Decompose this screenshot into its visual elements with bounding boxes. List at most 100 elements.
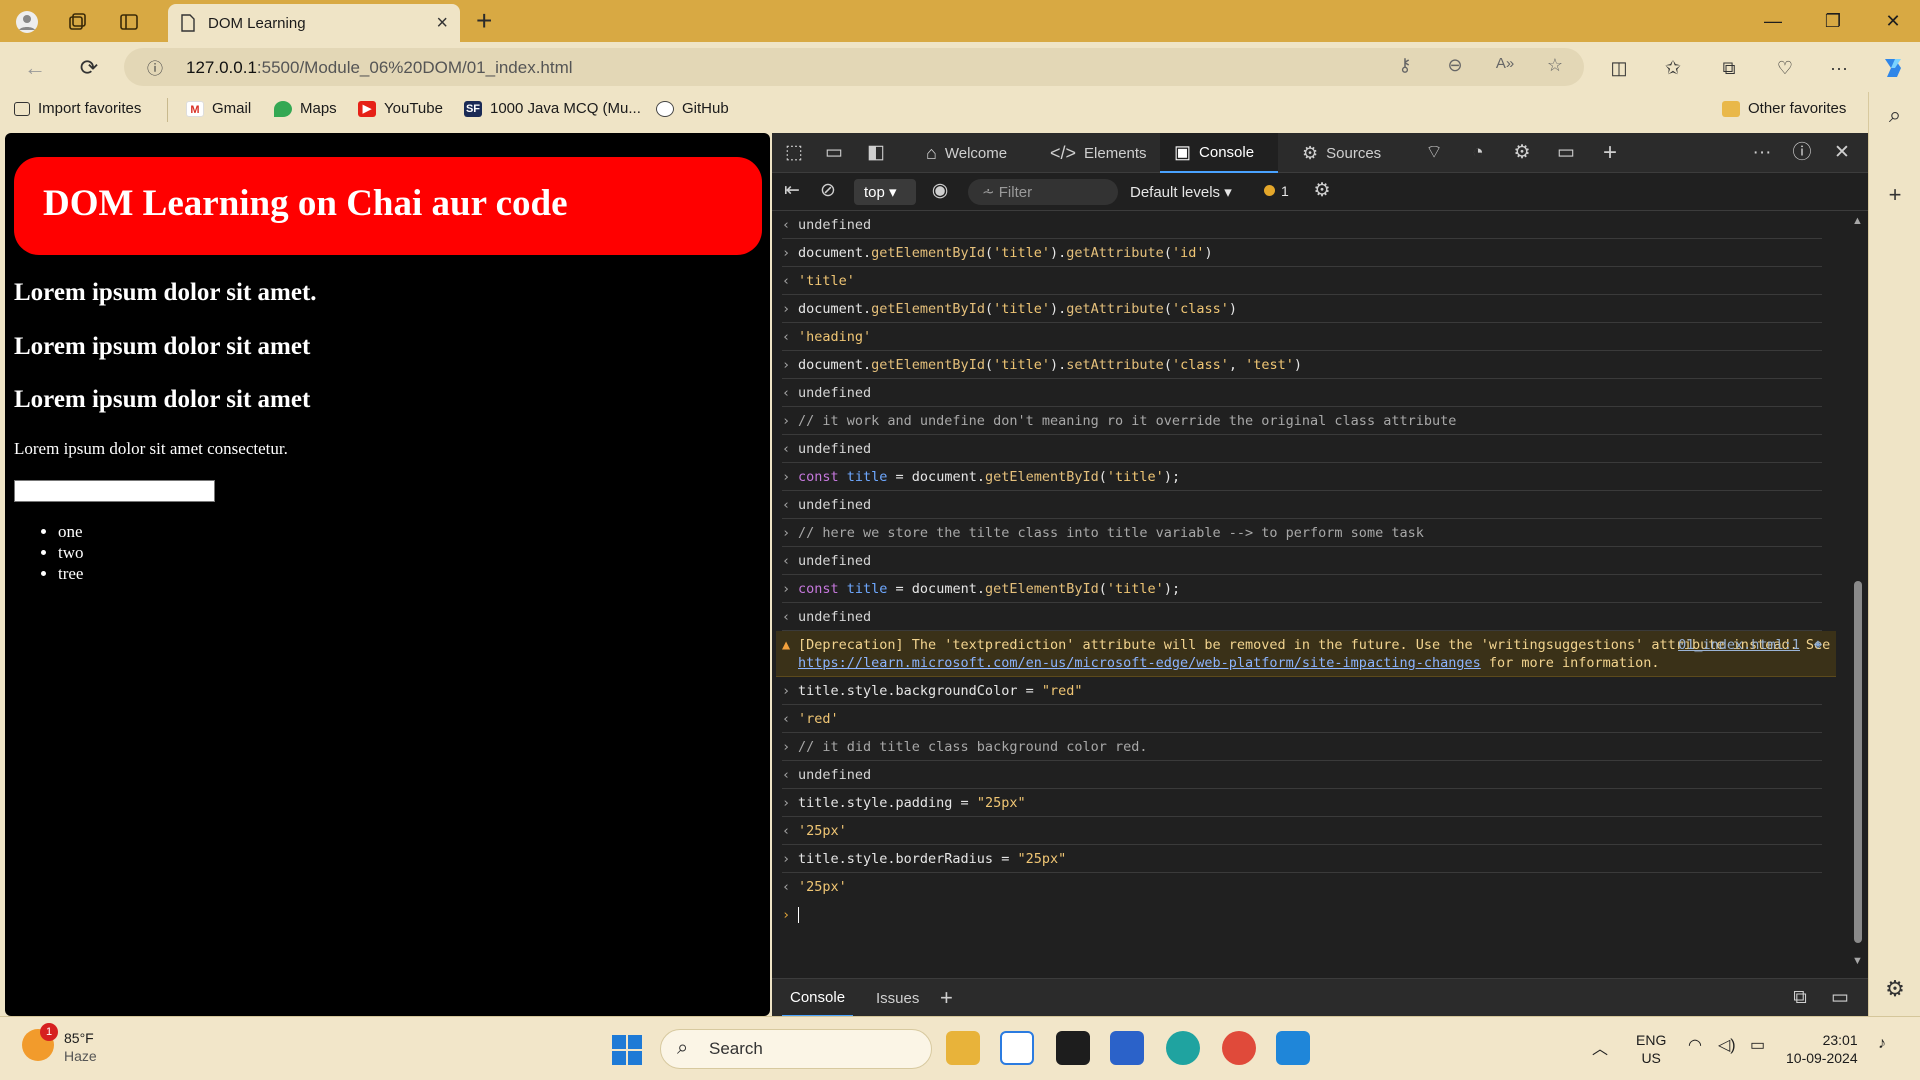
restore-button[interactable]: ❐ <box>1818 8 1848 34</box>
settings-more-icon[interactable]: ··· <box>1824 54 1854 82</box>
file-explorer-icon[interactable] <box>946 1031 980 1065</box>
tab-elements[interactable]: </> Elements <box>1040 133 1157 173</box>
zoom-icon[interactable]: ⊖ <box>1442 55 1468 79</box>
site-info-icon[interactable]: ⓘ <box>142 55 168 79</box>
volume-icon[interactable]: ◁) <box>1718 1035 1736 1055</box>
address-bar[interactable]: ⓘ 127.0.0.1:5500/Module_06%20DOM/01_inde… <box>124 48 1584 86</box>
chrome-icon[interactable] <box>1222 1031 1256 1065</box>
warning-link[interactable]: https://learn.microsoft.com/en-us/micros… <box>798 655 1481 671</box>
console-row: › document.getElementById('title').getAtt… <box>782 239 1822 267</box>
issues-icon <box>1264 185 1275 196</box>
search-icon: ⌕ <box>677 1037 689 1059</box>
warning-source-link[interactable]: 01_index.html:1 <box>1678 636 1800 654</box>
fav-other-favorites[interactable]: Other favorites <box>1722 100 1846 117</box>
browser-essentials-icon[interactable]: ♡ <box>1770 54 1800 82</box>
console-settings-icon[interactable]: ⚙ <box>1310 180 1334 202</box>
close-devtools-icon[interactable]: ✕ <box>1830 142 1854 164</box>
start-button[interactable] <box>612 1035 642 1065</box>
fav-youtube[interactable]: ▶ YouTube <box>358 100 443 117</box>
favorites-bar: Import favorites M Gmail Maps ▶ YouTube … <box>0 92 1920 128</box>
console-output[interactable]: ‹ undefined › document.getElementById('tit… <box>772 211 1848 973</box>
input-language[interactable]: ENG US <box>1636 1031 1666 1067</box>
youtube-icon: ▶ <box>358 100 376 117</box>
copilot-icon[interactable] <box>1878 54 1908 82</box>
tab-console[interactable]: ▣ Console <box>1160 133 1278 173</box>
console-scrollbar[interactable]: ▲ ▼ <box>1850 211 1864 973</box>
read-aloud-icon[interactable]: A» <box>1492 55 1518 79</box>
fav-java-mcq[interactable]: SF 1000 Java MCQ (Mu... <box>464 100 641 117</box>
weather-temp: 85°F <box>64 1030 94 1046</box>
tab-sources[interactable]: ⚙ Sources <box>1292 133 1391 173</box>
dock-side-icon[interactable]: ◧ <box>864 142 888 164</box>
snipping-tool-icon[interactable] <box>1000 1031 1034 1065</box>
fav-import-favorites[interactable]: Import favorites <box>14 100 141 117</box>
help-icon[interactable]: ⓘ <box>1790 142 1814 164</box>
page-text-input[interactable] <box>14 480 215 502</box>
show-sidebar-icon[interactable]: ⇤ <box>780 180 804 202</box>
customize-menu-icon[interactable]: ··· <box>1750 142 1774 164</box>
clear-console-icon[interactable]: ⊘ <box>816 180 840 202</box>
memory-icon[interactable]: ⚙ <box>1510 142 1534 164</box>
close-drawer-icon[interactable]: ▭ <box>1828 987 1852 1009</box>
refresh-icon[interactable]: ⟳ <box>74 54 104 82</box>
tab-welcome[interactable]: ⌂ Welcome <box>916 133 1017 173</box>
live-expression-icon[interactable]: ◉ <box>928 180 952 202</box>
scrollbar-thumb[interactable] <box>1854 581 1862 943</box>
workspaces-icon[interactable] <box>64 9 90 35</box>
edge-icon[interactable] <box>1166 1031 1200 1065</box>
filter-input[interactable]: ⩪ Filter <box>968 179 1118 205</box>
navigation-bar: ← ⟳ ⓘ 127.0.0.1:5500/Module_06%20DOM/01_… <box>0 42 1920 92</box>
log-levels-dropdown[interactable]: Default levels ▾ <box>1130 183 1232 201</box>
password-key-icon[interactable]: ⚷ <box>1392 55 1418 79</box>
clock[interactable]: 23:01 10-09-2024 <box>1786 1031 1858 1067</box>
notifications-icon[interactable]: ♪ <box>1878 1035 1886 1053</box>
split-screen-icon[interactable]: ◫ <box>1604 54 1634 82</box>
inspect-element-icon[interactable]: ⬚ <box>782 142 806 164</box>
close-window-button[interactable]: ✕ <box>1878 8 1908 34</box>
more-tools-icon[interactable]: + <box>1598 141 1622 165</box>
copilot-explain-icon[interactable]: ◈ <box>1814 635 1822 653</box>
media-player-icon[interactable] <box>1056 1031 1090 1065</box>
devtools-panel: ⬚ ▭ ◧ ⌂ Welcome </> Elements ▣ Console ⚙ Sou… <box>772 133 1868 1017</box>
new-tab-button[interactable]: + <box>476 6 492 36</box>
fav-github[interactable]: GitHub <box>656 100 729 117</box>
collections-icon[interactable]: ⧉ <box>1714 54 1744 82</box>
battery-icon[interactable]: ▭ <box>1750 1035 1765 1055</box>
weather-widget[interactable]: 1 85°F Haze <box>22 1023 97 1065</box>
dock-to-quick-view-icon[interactable]: ⧉ <box>1788 987 1812 1009</box>
browser-tab[interactable]: DOM Learning × <box>168 4 460 42</box>
devtools-drawer: Console Issues + ⧉ ▭ <box>772 978 1868 1017</box>
warning-icon: ▲ <box>782 637 791 653</box>
github-icon <box>656 100 674 117</box>
show-hidden-icons[interactable]: ︿ <box>1592 1035 1608 1059</box>
console-row: ›// it work and undefine don't meaning r… <box>782 407 1822 435</box>
issues-counter[interactable]: 1 <box>1264 183 1289 199</box>
close-tab-icon[interactable]: × <box>436 12 448 35</box>
console-prompt[interactable]: › <box>782 901 1848 929</box>
network-icon[interactable]: ⌔ <box>1422 142 1446 164</box>
sidebar-settings-icon[interactable]: ⚙ <box>1883 976 1907 1002</box>
store-icon[interactable] <box>1110 1031 1144 1065</box>
console-row: ‹'title' <box>782 267 1822 295</box>
console-row: › const title = document.getElementById('… <box>782 463 1822 491</box>
fav-gmail[interactable]: M Gmail <box>186 100 251 117</box>
profile-icon[interactable] <box>14 9 40 35</box>
wifi-icon[interactable]: ◠ <box>1688 1035 1702 1055</box>
application-icon[interactable]: ▭ <box>1554 142 1578 164</box>
context-selector[interactable]: top ▾ <box>854 179 916 205</box>
device-emulation-icon[interactable]: ▭ <box>822 142 846 164</box>
fav-maps[interactable]: Maps <box>274 100 337 117</box>
sidebar-add-icon[interactable]: + <box>1883 182 1907 208</box>
minimize-button[interactable]: — <box>1758 8 1788 34</box>
back-icon[interactable]: ← <box>20 54 50 82</box>
favorites-icon[interactable]: ✩ <box>1658 54 1688 82</box>
sidebar-search-icon[interactable]: ⌕ <box>1883 102 1907 128</box>
drawer-tab-console[interactable]: Console <box>782 979 854 1017</box>
vertical-tabs-icon[interactable] <box>116 9 142 35</box>
drawer-tab-issues[interactable]: Issues <box>868 979 927 1017</box>
drawer-add-tab-icon[interactable]: + <box>932 979 961 1017</box>
performance-icon[interactable]: ◔ <box>1466 142 1490 164</box>
favorite-star-icon[interactable]: ☆ <box>1542 55 1568 79</box>
taskbar-search[interactable]: ⌕ Search <box>660 1029 932 1069</box>
vscode-icon[interactable] <box>1276 1031 1310 1065</box>
